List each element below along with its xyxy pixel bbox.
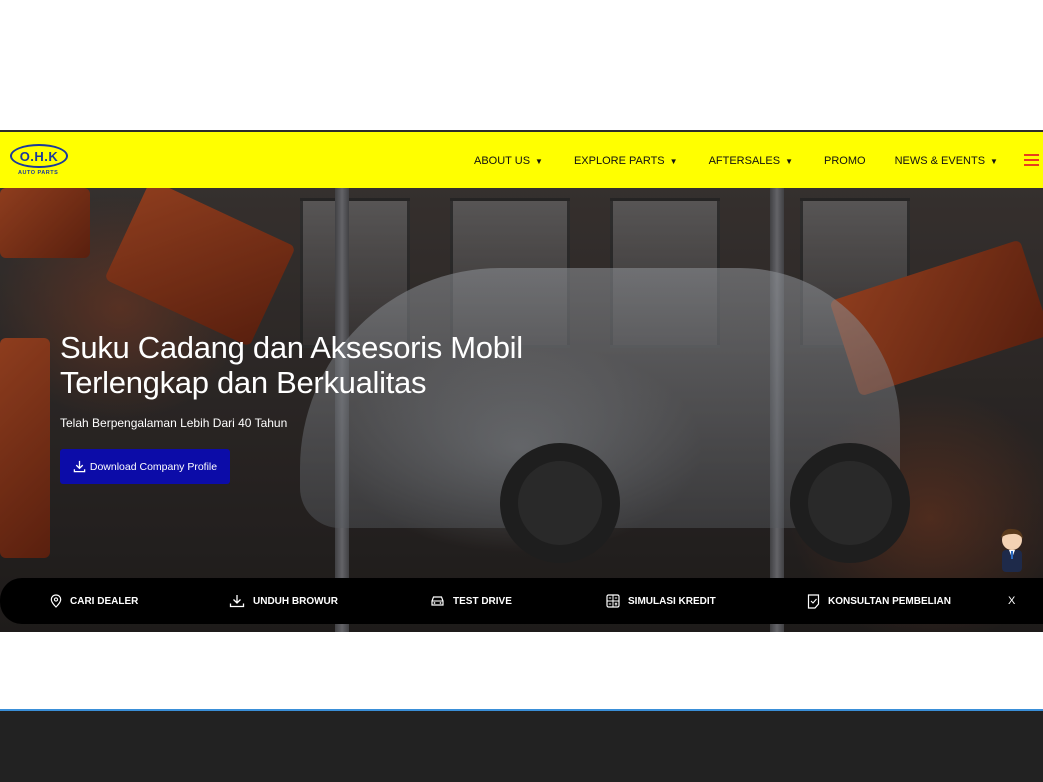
quick-simulasi-kredit[interactable]: SIMULASI KREDIT xyxy=(606,578,716,624)
hero-overlay xyxy=(0,188,1043,632)
hero-title: Suku Cadang dan Aksesoris Mobil Terlengk… xyxy=(60,330,680,400)
nav-aftersales-label: AFTERSALES xyxy=(708,155,781,167)
chevron-down-icon: ▼ xyxy=(785,156,794,166)
chevron-down-icon: ▼ xyxy=(669,156,678,166)
logo-emblem: O.H.K xyxy=(10,144,68,168)
nav-explore-parts[interactable]: EXPLORE PARTS ▼ xyxy=(574,155,678,167)
download-company-profile-button[interactable]: Download Company Profile xyxy=(60,449,230,484)
document-icon xyxy=(807,593,820,609)
quick-unduh-browur[interactable]: UNDUH BROWUR xyxy=(229,578,338,624)
car-icon xyxy=(431,596,444,606)
logo-subtext: AUTO PARTS xyxy=(18,170,59,176)
quick-action-bar: CARI DEALER UNDUH BROWUR TEST DRIVE SIMU… xyxy=(0,578,1043,624)
nav-promo[interactable]: PROMO xyxy=(824,155,866,167)
nav-explore-parts-label: EXPLORE PARTS xyxy=(573,155,665,167)
location-pin-icon xyxy=(50,594,62,608)
footer-bar xyxy=(0,709,1043,782)
chevron-down-icon: ▼ xyxy=(535,156,543,166)
navbar: O.H.K AUTO PARTS ABOUT US ▼ EXPLORE PART… xyxy=(0,130,1043,188)
main-nav: ABOUT US ▼ EXPLORE PARTS ▼ AFTERSALES ▼ … xyxy=(474,132,998,190)
quick-konsultan-pembelian[interactable]: KONSULTAN PEMBELIAN xyxy=(807,578,951,624)
nav-about-us[interactable]: ABOUT US ▼ xyxy=(474,155,543,167)
download-company-profile-label: Download Company Profile xyxy=(89,460,218,473)
download-icon xyxy=(73,460,86,473)
calculator-icon xyxy=(606,594,620,608)
hero-title-line-2: Terlengkap dan Berkualitas xyxy=(60,365,427,400)
hero-title-line-1: Suku Cadang dan Aksesoris Mobil xyxy=(60,330,523,365)
quick-test-drive[interactable]: TEST DRIVE xyxy=(430,578,512,624)
quick-test-drive-label: TEST DRIVE xyxy=(453,595,512,607)
chevron-down-icon: ▼ xyxy=(990,156,998,166)
quickbar-close-button[interactable]: X xyxy=(1008,578,1015,624)
quick-cari-dealer[interactable]: CARI DEALER xyxy=(50,578,138,624)
logo-text: O.H.K xyxy=(19,148,59,164)
quick-konsultan-pembelian-label: KONSULTAN PEMBELIAN xyxy=(828,595,951,607)
page: O.H.K AUTO PARTS ABOUT US ▼ EXPLORE PART… xyxy=(0,0,1043,782)
nav-news-events[interactable]: NEWS & EVENTS ▼ xyxy=(895,155,998,167)
nav-aftersales[interactable]: AFTERSALES ▼ xyxy=(709,155,793,167)
hamburger-icon[interactable] xyxy=(1024,154,1040,168)
quick-cari-dealer-label: CARI DEALER xyxy=(70,595,139,607)
nav-about-us-label: ABOUT US xyxy=(474,155,531,167)
chat-assistant-avatar[interactable] xyxy=(995,526,1029,576)
nav-promo-label: PROMO xyxy=(824,155,866,167)
hero-banner: Suku Cadang dan Aksesoris Mobil Terlengk… xyxy=(0,188,1043,632)
download-icon xyxy=(229,595,245,608)
quick-unduh-browur-label: UNDUH BROWUR xyxy=(253,595,338,607)
logo[interactable]: O.H.K AUTO PARTS xyxy=(10,144,70,178)
quick-simulasi-kredit-label: SIMULASI KREDIT xyxy=(628,595,716,607)
nav-news-events-label: NEWS & EVENTS xyxy=(894,155,986,167)
hero-subtitle: Telah Berpengalaman Lebih Dari 40 Tahun xyxy=(60,416,288,430)
